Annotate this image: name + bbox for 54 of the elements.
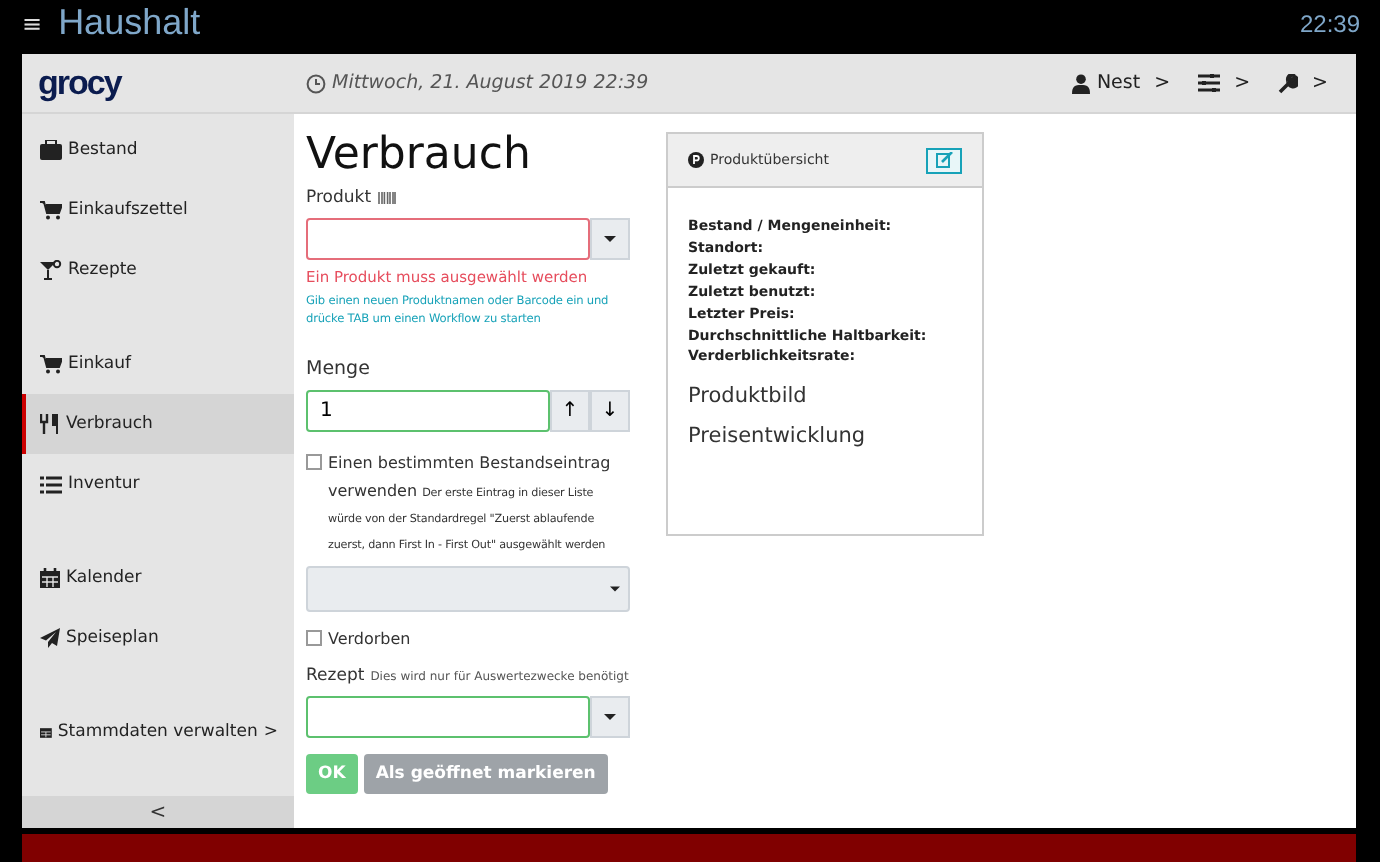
settings-menu[interactable]: > <box>1198 72 1251 95</box>
dropdown-toggle[interactable] <box>590 218 630 261</box>
user-menu[interactable]: Nest > <box>1072 72 1171 95</box>
checkbox[interactable] <box>306 454 322 471</box>
app-title: Haushalt <box>58 2 201 45</box>
sliders-icon <box>1198 74 1221 93</box>
edit-button[interactable] <box>926 147 962 174</box>
box-icon <box>40 140 62 161</box>
clock: 22:39 <box>1299 9 1360 38</box>
section-heading: Produktbild <box>688 384 809 409</box>
sidebar-item[interactable]: Bestand <box>22 120 294 181</box>
dropdown-toggle[interactable] <box>590 696 630 739</box>
sidebar-item[interactable]: Inventur <box>22 454 294 515</box>
cart-icon <box>40 354 62 375</box>
section-heading: Preisentwicklung <box>688 424 868 449</box>
table-icon <box>40 723 52 742</box>
date-time: Mittwoch, 21. August 2019 22:39 <box>332 72 649 95</box>
list-icon <box>40 475 62 494</box>
p-circle-icon <box>688 152 704 169</box>
sidebar-item[interactable]: Einkauf <box>22 334 294 395</box>
clock-icon <box>306 73 326 94</box>
tools-menu[interactable]: > <box>1278 72 1328 95</box>
page-title: Verbrauch <box>306 130 533 181</box>
amount-label: Menge <box>306 358 372 381</box>
cocktail-icon <box>40 260 62 281</box>
sidebar-item[interactable]: Stammdaten verwalten > <box>22 702 294 763</box>
checkbox-label: Verdorben <box>328 628 411 653</box>
recipe-label: Rezept <box>306 666 365 687</box>
increase-button[interactable]: ↑ <box>550 390 590 433</box>
product-label: Produkt <box>306 188 372 209</box>
caret-icon <box>604 714 616 721</box>
sidebar-item[interactable]: Einkaufszettel <box>22 180 294 241</box>
stock-entry-select[interactable] <box>306 566 630 613</box>
barcode-icon <box>377 192 396 205</box>
recipe-input-field[interactable] <box>306 696 590 739</box>
utensils-icon <box>40 414 60 435</box>
checkbox[interactable] <box>306 630 322 647</box>
caret-icon <box>610 586 620 593</box>
collapse-sidebar-button[interactable]: < <box>22 796 294 829</box>
cart-icon <box>40 200 62 221</box>
decrease-button[interactable]: ↓ <box>590 390 630 433</box>
sidebar-item[interactable]: Verbrauch <box>22 394 294 455</box>
sidebar-item[interactable]: Rezepte <box>22 240 294 301</box>
menu-button[interactable]: ≡ <box>22 9 43 38</box>
sidebar-item[interactable]: Speiseplan <box>22 608 294 669</box>
user-icon <box>1072 73 1091 94</box>
sidebar-item[interactable]: Kalender <box>22 548 294 609</box>
caret-icon <box>604 236 616 243</box>
logo[interactable]: grocy <box>38 63 306 104</box>
calendar-icon <box>40 568 60 589</box>
edit-icon <box>935 152 953 169</box>
paper-plane-icon <box>40 628 60 649</box>
product-input-field[interactable] <box>306 218 590 261</box>
amount-input-field[interactable]: 1 <box>306 390 550 433</box>
